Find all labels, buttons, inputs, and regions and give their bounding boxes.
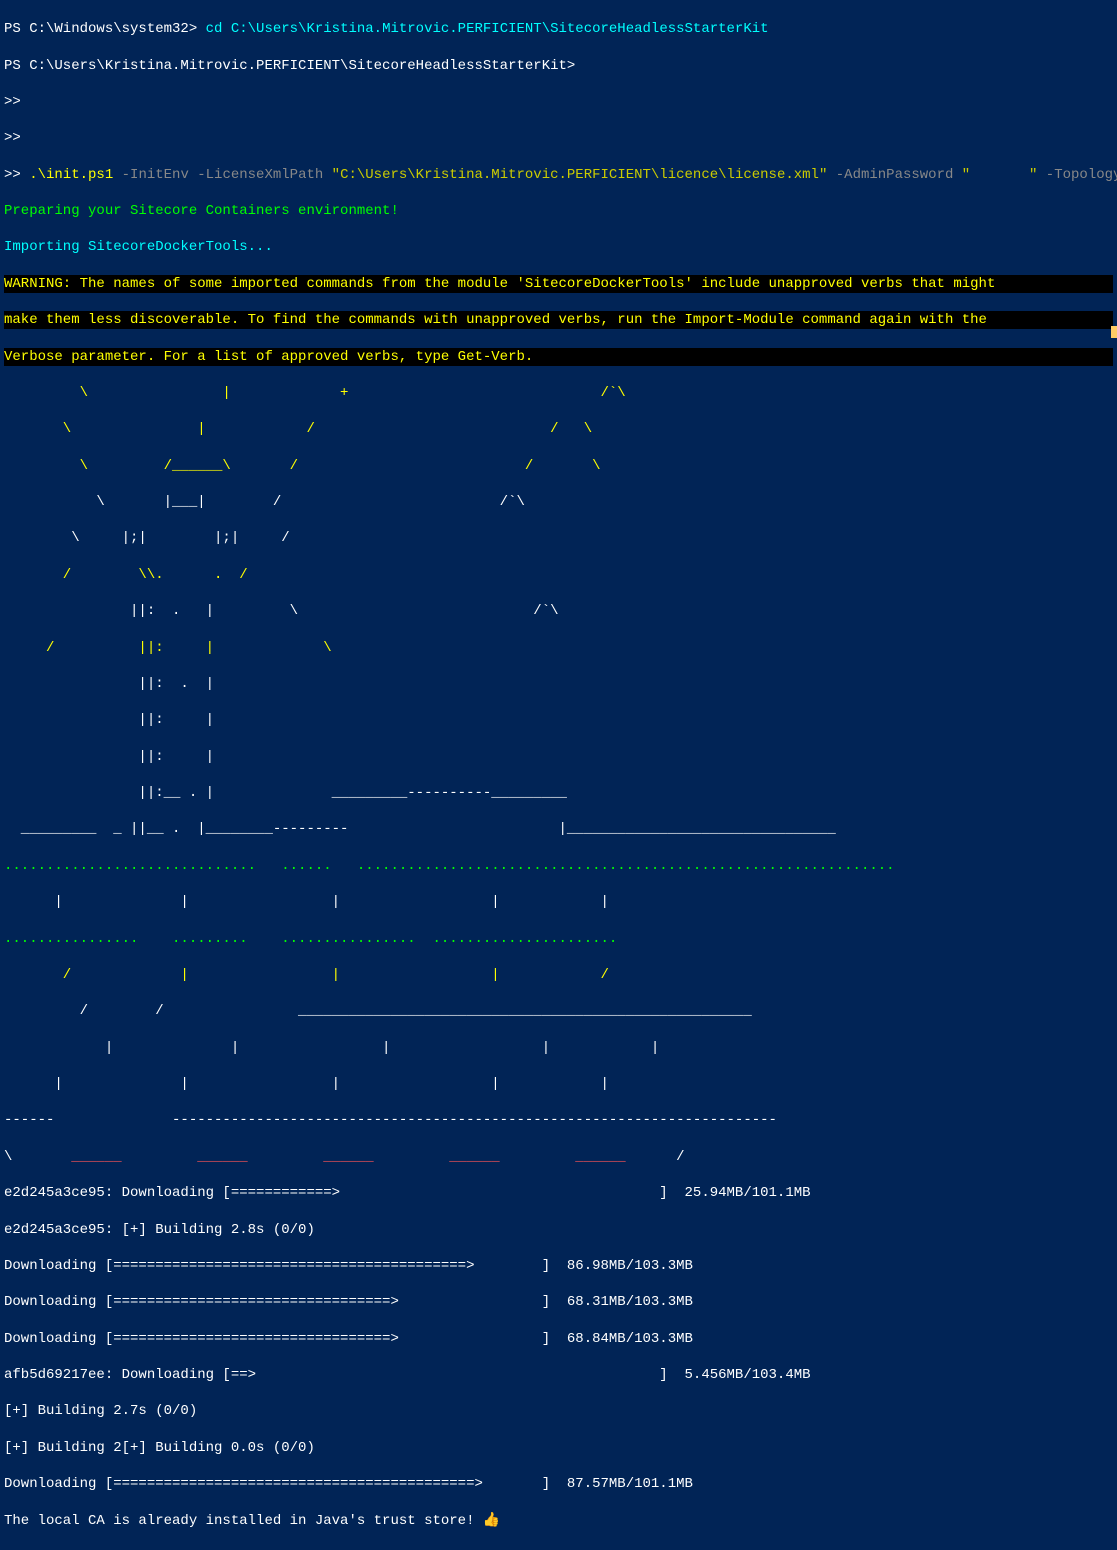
download-progress: Downloading [===========================… xyxy=(4,1257,1113,1275)
ascii-art: _________ _ ||__ . |________--------- |_… xyxy=(4,820,1113,838)
powershell-terminal[interactable]: PS C:\Windows\system32> cd C:\Users\Kris… xyxy=(0,0,1117,1550)
ascii-art: | | | | | xyxy=(4,1039,1113,1057)
prompt-line-2: PS C:\Users\Kristina.Mitrovic.PERFICIENT… xyxy=(4,57,1113,75)
status-preparing: Preparing your Sitecore Containers envir… xyxy=(4,202,1113,220)
ascii-art: \ | + /`\ xyxy=(4,384,1113,402)
ascii-art: ------ ---------------------------------… xyxy=(4,1111,1113,1129)
ascii-art-dots: .............................. ...... ..… xyxy=(4,857,1113,875)
build-status: [+] Building 2.7s (0/0) xyxy=(4,1402,1113,1420)
ascii-art: ||: . | xyxy=(4,675,1113,693)
ascii-art: \ |___| / /`\ xyxy=(4,493,1113,511)
warning-line-2: make them less discoverable. To find the… xyxy=(4,311,1113,329)
ascii-art: | | | | | xyxy=(4,893,1113,911)
download-progress: afb5d69217ee: Downloading [==> ] 5.456MB… xyxy=(4,1366,1113,1384)
status-importing: Importing SitecoreDockerTools... xyxy=(4,238,1113,256)
trust-store-message: The local CA is already installed in Jav… xyxy=(4,1512,1113,1530)
ascii-art: / / ____________________________________… xyxy=(4,1002,1113,1020)
ascii-art: | | | | | xyxy=(4,1075,1113,1093)
prompt-continuation: >> xyxy=(4,129,1113,147)
warning-line-3: Verbose parameter. For a list of approve… xyxy=(4,348,1113,366)
ascii-art: ||:__ . | _________----------_________ xyxy=(4,784,1113,802)
ascii-art-red: \ ______ ______ ______ ______ ______ / xyxy=(4,1148,1113,1166)
ascii-art: \ | / / \ xyxy=(4,420,1113,438)
ascii-art: / | | | / xyxy=(4,966,1113,984)
build-status: [+] Building 2[+] Building 0.0s (0/0) xyxy=(4,1439,1113,1457)
ascii-art-dots: ................ ......... .............… xyxy=(4,930,1113,948)
download-progress: e2d245a3ce95: [+] Building 2.8s (0/0) xyxy=(4,1221,1113,1239)
ascii-art: \ |;| |;| / xyxy=(4,529,1113,547)
ascii-art: \ /______\ / / \ xyxy=(4,457,1113,475)
ascii-art: ||: | xyxy=(4,711,1113,729)
prompt-line-1: PS C:\Windows\system32> cd C:\Users\Kris… xyxy=(4,21,769,37)
download-progress: Downloading [===========================… xyxy=(4,1293,1113,1311)
prompt-continuation: >> xyxy=(4,93,1113,111)
download-progress: Downloading [===========================… xyxy=(4,1330,1113,1348)
download-progress: Downloading [===========================… xyxy=(4,1475,1113,1493)
ascii-art: / ||: | \ xyxy=(4,639,1113,657)
download-progress: e2d245a3ce95: Downloading [============>… xyxy=(4,1184,1113,1202)
ascii-art: ||: | xyxy=(4,748,1113,766)
scrollbar-thumb[interactable] xyxy=(1111,326,1117,338)
ascii-art: / \\. . / xyxy=(4,566,1113,584)
warning-line-1: WARNING: The names of some imported comm… xyxy=(4,275,1113,293)
ascii-art: ||: . | \ /`\ xyxy=(4,602,1113,620)
command-line: >> .\init.ps1 -InitEnv -LicenseXmlPath "… xyxy=(4,166,1113,184)
